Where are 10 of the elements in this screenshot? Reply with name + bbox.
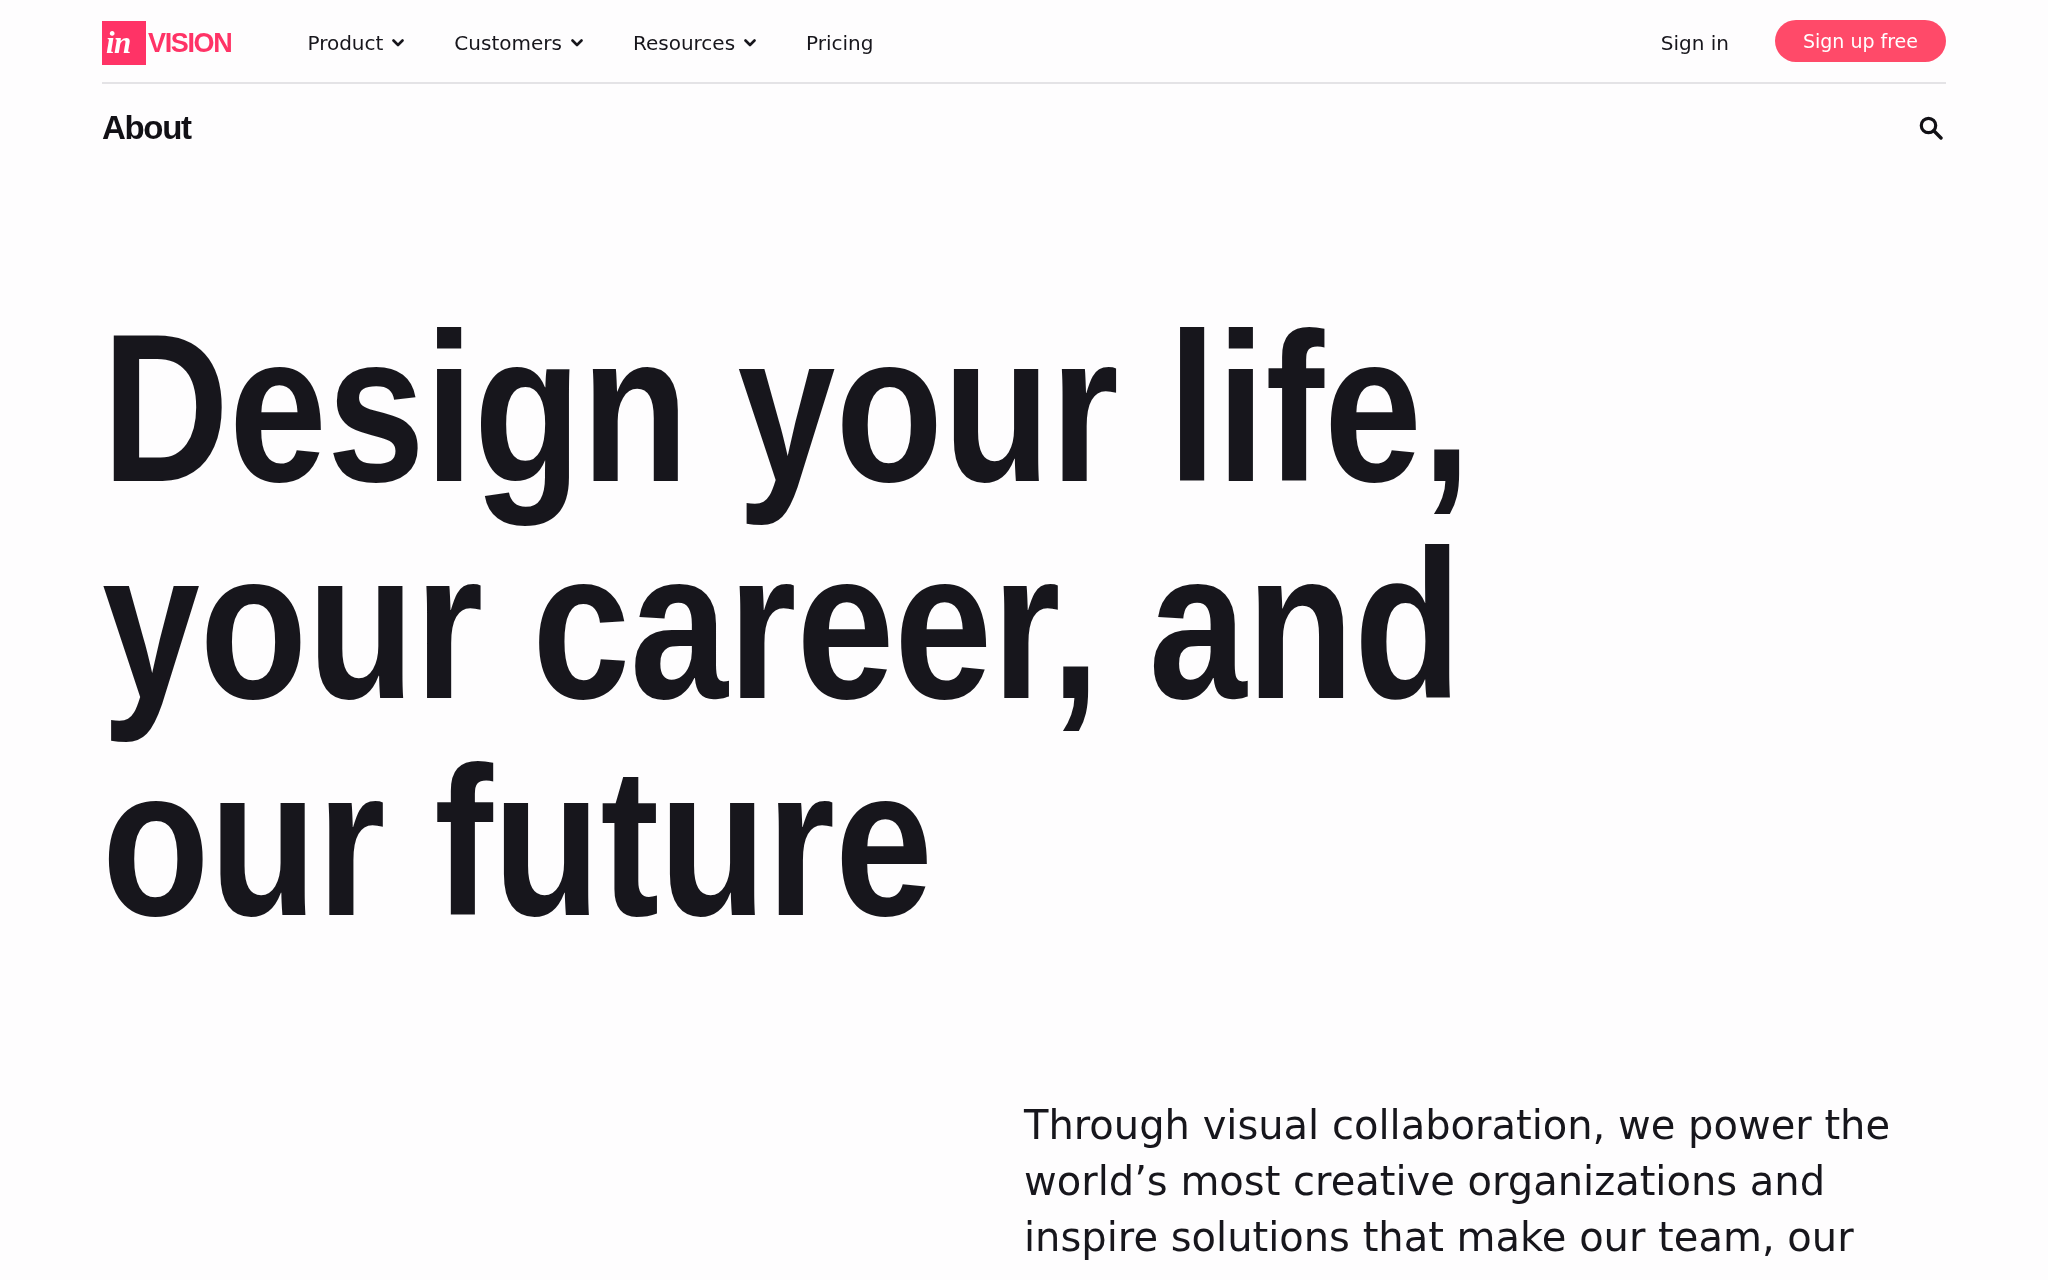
search-icon[interactable] (1919, 116, 1943, 140)
hero-headline: Design your life, your career, and our future (102, 299, 1472, 950)
intro-paragraph: Through visual collaboration, we power the world’s most creative organizations and inspire solutions that make our team, our (1024, 1101, 1892, 1262)
page-title: About (102, 109, 191, 147)
sign-in-link[interactable]: Sign in (1660, 31, 1729, 55)
nav-link[interactable]: Pricing (806, 33, 874, 53)
nav-menu-button[interactable]: Resources (632, 33, 757, 53)
nav-menu-button[interactable]: Customers (454, 33, 583, 53)
nav-menu-button[interactable]: Product (307, 33, 405, 53)
logo[interactable]: in VISION (102, 21, 232, 65)
